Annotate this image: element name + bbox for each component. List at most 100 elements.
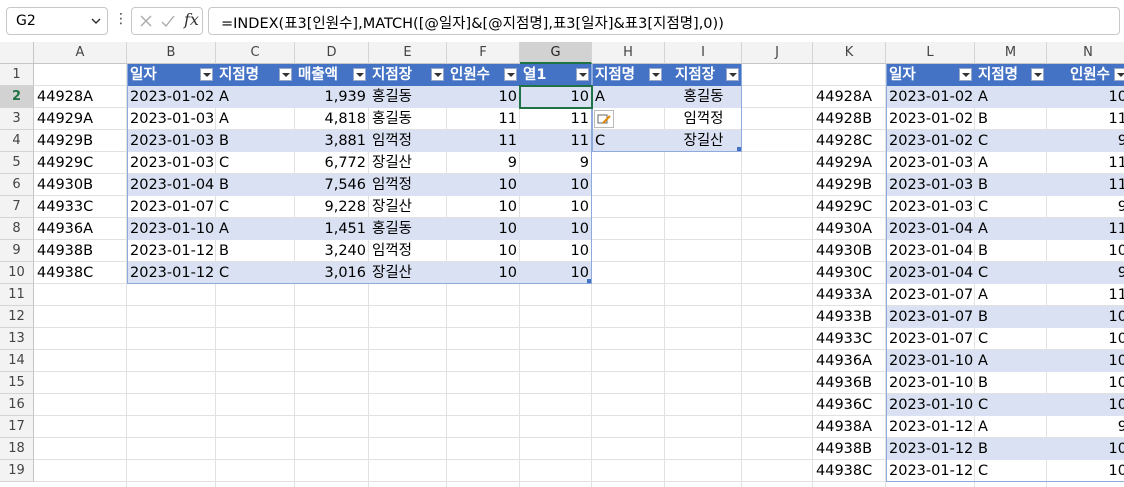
cell-k[interactable]: 44938C (813, 460, 886, 482)
table-cell[interactable]: 9 (1047, 196, 1124, 218)
cell-a[interactable]: 44936A (34, 218, 127, 240)
formula-input[interactable]: =INDEX(표3[인원수],MATCH([@일자]&[@지점명],표3[일자]… (208, 7, 1120, 35)
cell-a[interactable]: 44928A (34, 86, 127, 108)
row-header-11[interactable]: 11 (0, 284, 34, 306)
table-cell[interactable]: 10 (520, 174, 592, 196)
table-cell[interactable]: 1,451 (295, 218, 369, 240)
table-cell[interactable]: C (975, 460, 1047, 482)
table-cell[interactable]: 10 (520, 240, 592, 262)
column-header-f[interactable]: F (447, 42, 520, 64)
table-cell[interactable]: A (216, 86, 295, 108)
table-cell[interactable]: 임꺽정 (369, 130, 447, 152)
table-header[interactable]: 일자 (127, 64, 216, 86)
table-cell[interactable]: C (975, 328, 1047, 350)
table-cell[interactable]: 2023-01-02 (886, 130, 975, 152)
filter-dropdown-icon[interactable] (431, 68, 444, 81)
cell-k[interactable]: 44936B (813, 372, 886, 394)
filter-dropdown-icon[interactable] (200, 68, 213, 81)
row-header-12[interactable]: 12 (0, 306, 34, 328)
table-cell[interactable]: 임꺽정 (665, 108, 742, 130)
filter-dropdown-icon[interactable] (1114, 68, 1124, 81)
cell-a[interactable]: 44929B (34, 130, 127, 152)
table-cell[interactable]: 11 (1047, 284, 1124, 306)
row-header-19[interactable]: 19 (0, 460, 34, 482)
table-cell[interactable]: 홍길동 (369, 218, 447, 240)
table-cell[interactable]: 10 (520, 218, 592, 240)
table-cell[interactable]: 2023-01-10 (886, 372, 975, 394)
table-cell[interactable]: 11 (1047, 152, 1124, 174)
select-all-corner[interactable] (0, 42, 34, 64)
table-cell[interactable]: 9 (1047, 130, 1124, 152)
table-cell[interactable]: 4,818 (295, 108, 369, 130)
table-cell[interactable]: 2023-01-10 (886, 394, 975, 416)
cell-a[interactable]: 44930B (34, 174, 127, 196)
table-cell[interactable]: B (975, 438, 1047, 460)
column-header-b[interactable]: B (127, 42, 216, 64)
filter-dropdown-icon[interactable] (576, 68, 589, 81)
x-icon[interactable] (138, 13, 154, 29)
table-cell[interactable]: A (975, 416, 1047, 438)
cell-k[interactable]: 44936A (813, 350, 886, 372)
table-cell[interactable]: 2023-01-03 (886, 196, 975, 218)
cell-k[interactable]: 44928C (813, 130, 886, 152)
table-cell[interactable]: 10 (447, 86, 520, 108)
row-header-13[interactable]: 13 (0, 328, 34, 350)
table-cell[interactable]: 3,016 (295, 262, 369, 284)
table-cell[interactable]: B (975, 372, 1047, 394)
table-cell[interactable]: 10 (1047, 438, 1124, 460)
cell-k[interactable]: 44933A (813, 284, 886, 306)
column-header-l[interactable]: L (886, 42, 975, 64)
row-header-8[interactable]: 8 (0, 218, 34, 240)
table-cell[interactable]: B (975, 174, 1047, 196)
row-header-10[interactable]: 10 (0, 262, 34, 284)
row-header-16[interactable]: 16 (0, 394, 34, 416)
table-cell[interactable]: 임꺽정 (369, 174, 447, 196)
column-header-d[interactable]: D (295, 42, 369, 64)
table-header[interactable]: 인원수 (1047, 64, 1124, 86)
table-cell[interactable]: 11 (520, 130, 592, 152)
table-cell[interactable]: 9 (447, 152, 520, 174)
table-header[interactable]: 지점장 (369, 64, 447, 86)
table-cell[interactable]: 2023-01-07 (886, 306, 975, 328)
table-cell[interactable]: 2023-01-02 (127, 86, 216, 108)
table-cell[interactable]: A (216, 218, 295, 240)
table-cell[interactable]: 2023-01-12 (886, 416, 975, 438)
cell-k[interactable]: 44929A (813, 152, 886, 174)
table-cell[interactable]: A (975, 350, 1047, 372)
table-cell[interactable]: 2023-01-12 (886, 460, 975, 482)
table-cell[interactable]: 10 (1047, 306, 1124, 328)
table-header[interactable]: 매출액 (295, 64, 369, 86)
column-header-a[interactable]: A (34, 42, 127, 64)
table-cell[interactable]: 10 (1047, 394, 1124, 416)
table-cell[interactable]: 10 (1047, 240, 1124, 262)
cell-k[interactable]: 44928A (813, 86, 886, 108)
table-cell[interactable]: 2023-01-12 (127, 240, 216, 262)
table-cell[interactable]: C (216, 262, 295, 284)
table-cell[interactable]: 3,881 (295, 130, 369, 152)
row-header-15[interactable]: 15 (0, 372, 34, 394)
table-cell[interactable]: 11 (447, 108, 520, 130)
table-cell[interactable]: A (216, 108, 295, 130)
table-cell[interactable]: B (975, 108, 1047, 130)
row-header-2[interactable]: 2 (0, 86, 34, 108)
table-cell[interactable]: 2023-01-07 (886, 328, 975, 350)
column-header-g[interactable]: G (520, 42, 592, 64)
cell-a[interactable]: 44929A (34, 108, 127, 130)
table-cell[interactable]: 9,228 (295, 196, 369, 218)
cell-a[interactable]: 44938C (34, 262, 127, 284)
table-cell[interactable]: 11 (447, 130, 520, 152)
row-header-1[interactable]: 1 (0, 64, 34, 86)
column-header-k[interactable]: K (813, 42, 886, 64)
table-cell[interactable]: 2023-01-12 (127, 262, 216, 284)
filter-dropdown-icon[interactable] (649, 68, 662, 81)
table-cell[interactable]: 11 (1047, 174, 1124, 196)
cell-k[interactable]: 44930B (813, 240, 886, 262)
table-header[interactable]: 지점명 (216, 64, 295, 86)
table-cell[interactable]: 2023-01-03 (127, 130, 216, 152)
cell-k[interactable]: 44930A (813, 218, 886, 240)
table-cell[interactable]: 6,772 (295, 152, 369, 174)
table-resize-handle[interactable] (587, 279, 591, 283)
row-header-14[interactable]: 14 (0, 350, 34, 372)
table-cell[interactable]: 10 (1047, 460, 1124, 482)
row-header-7[interactable]: 7 (0, 196, 34, 218)
